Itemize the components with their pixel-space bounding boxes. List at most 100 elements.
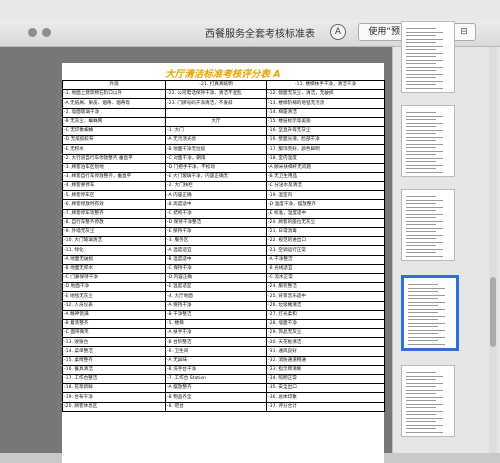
page-thumbnail[interactable] bbox=[401, 365, 455, 437]
table-cell: -B 物品齐全 bbox=[165, 392, 267, 403]
thumbnail-text-line bbox=[406, 424, 443, 426]
thumbnail-text-line bbox=[406, 234, 443, 236]
thumbnail-text-line bbox=[408, 312, 438, 313]
page-thumbnails-sidebar bbox=[392, 21, 500, 453]
table-cell: 外观 bbox=[62, 79, 166, 91]
thumbnail-text-line bbox=[406, 213, 443, 215]
table-cell: -31. 通风良好 bbox=[266, 346, 385, 357]
table-cell: -20. 顾客的座位无灰尘 bbox=[266, 217, 385, 229]
table-cell: -A 温度适宜 bbox=[165, 245, 267, 256]
thumbnail-text-line bbox=[406, 238, 436, 239]
table-cell: -A 扶手干净 bbox=[165, 328, 267, 339]
thumbnail-text-line bbox=[406, 77, 436, 78]
thumbnail-text-line bbox=[406, 122, 443, 124]
table-row: -19. 台布干净 -B 物品齐全 -36. 总体印象 bbox=[62, 392, 385, 403]
table-cell: -19. 温室内 bbox=[266, 190, 385, 201]
thumbnail-text-line bbox=[406, 66, 443, 68]
thumbnail-text-line bbox=[408, 291, 438, 292]
table-cell: -7. 工作台 Station bbox=[165, 373, 267, 385]
table-row: -14. 菜单整洁 -6. 卫生间 -31. 通风良好 bbox=[62, 346, 385, 357]
table-row: -2. 大行道自行车停放整齐 垂直平 -C 对面干净，朝阳 -18. 室内温度 bbox=[62, 153, 385, 164]
table-row: -A 精神饱满 -B 干净整洁 -27. 灯光柔和 bbox=[62, 309, 385, 320]
sidebar-scroll-thumb[interactable] bbox=[490, 277, 496, 347]
thumbnail-text-line bbox=[406, 220, 443, 222]
table-cell: -12. 镜面无灰尘，清洁，无破损 bbox=[266, 89, 385, 100]
table-row: -C 门廊保持干净 -D 内容正确 -C 流水正常 bbox=[62, 272, 385, 284]
thumbnail-text-line bbox=[406, 410, 443, 412]
thumbnail-text-line bbox=[406, 414, 436, 415]
table-cell: -D 无纸胶胶布 bbox=[62, 135, 166, 146]
table-cell: -E 保持干净 bbox=[165, 226, 267, 238]
thumbnail-text-line bbox=[406, 38, 443, 40]
table-cell: -B 地面干净无垃圾 bbox=[165, 144, 267, 155]
table-cell: -22. 公司电话保持干净，清洁不混乱 bbox=[165, 89, 267, 100]
table-row: -15. 桌椅整齐 -A 无异味 -32. 消防通道畅通 bbox=[62, 355, 385, 366]
thumbnail-text-line bbox=[406, 203, 436, 204]
sidebar-scrollbar[interactable] bbox=[489, 47, 497, 453]
table-cell: -B 无灰尘、蜘蛛网 bbox=[62, 116, 166, 127]
thumbnail-text-line bbox=[406, 56, 436, 57]
table-cell: -11. 绿化 bbox=[62, 245, 166, 256]
page-thumbnail[interactable] bbox=[401, 275, 459, 351]
table-row: -1. 地面上建筑物石阶口以外 -22. 公司电话保持干净，清洁不混乱 -12. 镜… bbox=[62, 89, 385, 100]
table-cell: -A 地面无破损 bbox=[62, 254, 166, 265]
thumbnail-text-line bbox=[406, 400, 436, 401]
thumbnail-text-line bbox=[406, 115, 443, 117]
table-row: -B 地面无积水 -C 保持干净 -B 光线适宜 bbox=[62, 263, 385, 274]
thumbnail-text-line bbox=[406, 389, 443, 391]
table-cell: -B 干净整洁 bbox=[165, 309, 267, 320]
annotate-icon[interactable]: A bbox=[330, 24, 346, 40]
thumbnail-text-line bbox=[406, 417, 443, 419]
thumbnail-text-line bbox=[406, 133, 436, 134]
table-cell: -20. 顾客休息区 bbox=[62, 401, 166, 412]
page-thumbnail[interactable] bbox=[401, 105, 455, 177]
thumbnail-text-line bbox=[408, 340, 438, 341]
table-cell: -9. 外墙无灰尘 bbox=[62, 226, 166, 238]
table-cell: -C 门廊保持干净 bbox=[62, 272, 166, 284]
document-page: 大厅清洁标准考核评分表 A 外观 -21. 打真真眩明 -11. 楼梯扶手干净，清洁… bbox=[62, 63, 385, 463]
table-cell: -16. 坚直升等无灰尘 bbox=[266, 125, 385, 137]
thumbnail-text-line bbox=[406, 49, 436, 50]
minimize-window-button[interactable] bbox=[42, 28, 51, 37]
close-window-button[interactable] bbox=[28, 28, 37, 37]
thumbnail-text-line bbox=[406, 428, 436, 429]
table-cell: -13. 收银台 bbox=[62, 337, 166, 348]
table-cell: -4. 顾客要停车 bbox=[62, 181, 166, 192]
table-cell: -18. 室内温度 bbox=[266, 153, 385, 164]
table-cell: -13. 楼梯阶梯的地毯无污渍 bbox=[266, 98, 385, 109]
table-cell: -D 温度干净，摆放整齐 bbox=[266, 199, 385, 210]
table-cell: -1. 地面上建筑物石阶口以外 bbox=[62, 89, 166, 100]
table-cell: -A 顾米扶梯杆无问题 bbox=[266, 162, 385, 173]
thumbnail-text-line bbox=[406, 70, 436, 71]
table-cell: -28. 墙面干净 bbox=[266, 318, 385, 330]
thumbnail-text-line bbox=[408, 301, 445, 303]
table-cell: -14. 菜单整洁 bbox=[62, 346, 166, 357]
table-row: -12. 人员仪表 -A 保持干净 -26. 垃圾桶清洁 bbox=[62, 300, 385, 311]
table-cell: -19. 台布干净 bbox=[62, 392, 166, 403]
table-cell: -B 台阶整洁 bbox=[165, 337, 267, 348]
table-row: 外观 -21. 打真真眩明 -11. 楼梯扶手干净，清洁干净 bbox=[62, 79, 385, 91]
table-cell: -15. 桌椅整齐 bbox=[62, 355, 166, 366]
sidebar-toggle-icon[interactable]: ⊟ bbox=[452, 23, 476, 41]
table-row: -5. 顾客停车区 -A 内容正确 -19. 温室内 bbox=[62, 190, 385, 201]
table-row: -A 无纸屑、果皮、烟蒂、烟蒂等 -23. 门牌号码干净清洁，不发斜 -13. 楼梯… bbox=[62, 98, 385, 109]
table-cell: -23. 空调运行正常 bbox=[266, 245, 385, 256]
table-row: -E 无积水 -B 地面干净无垃圾 -17. 服饰完好，颜色鲜明 bbox=[62, 144, 385, 155]
page-thumbnail[interactable] bbox=[401, 21, 455, 93]
table-cell: -21. 打真真眩明 bbox=[165, 79, 267, 91]
table-cell: -E 无积水 bbox=[62, 144, 166, 155]
thumbnail-text-line bbox=[408, 298, 438, 299]
table-cell: -16. 餐具清洁 bbox=[62, 364, 166, 376]
table-cell: -11. 楼梯扶手干净，清洁干净 bbox=[266, 79, 385, 91]
table-cell: -33. 指示牌清晰 bbox=[266, 364, 385, 376]
thumbnail-text-line bbox=[406, 224, 436, 225]
document-view[interactable]: 大厅清洁标准考核评分表 A 外观 -21. 打真真眩明 -11. 楼梯扶手干净，清洁… bbox=[0, 47, 392, 463]
preview-window: 西餐服务全套考核标准表 A 使用“预览”打开 ⊟ 大厅清洁标准考核评分表 A 外… bbox=[0, 0, 500, 463]
thumbnail-text-line bbox=[408, 336, 445, 338]
table-row: -E 地毯无灰尘 -4. 大厅地面 -25. 背景音乐适中 bbox=[62, 291, 385, 302]
score-table: 外观 -21. 打真真眩明 -11. 楼梯扶手干净，清洁干净 -1. 地面上建筑物石阶… bbox=[62, 79, 385, 412]
table-cell: -D 门把手干净，不松动 bbox=[165, 162, 267, 173]
table-cell: -2. 大行道自行车停放整齐 垂直平 bbox=[62, 153, 166, 164]
page-thumbnail[interactable] bbox=[401, 189, 455, 261]
table-cell: -5. 顾客停车区 bbox=[62, 190, 166, 201]
